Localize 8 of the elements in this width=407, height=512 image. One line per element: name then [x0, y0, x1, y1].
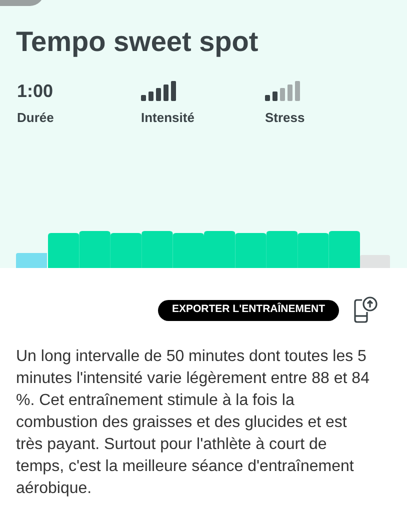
phone-upload-icon[interactable] [353, 296, 379, 324]
stat-label: Durée [17, 109, 54, 127]
stat-value: 1:00 [17, 80, 54, 102]
workout-description: Un long intervalle de 50 minutes dont toutes les 5 minutes l'intensité varie légèrement entre 88 et 84 %. Cet entraînement stimule à la fois la combustion des graisses et des glucides et est très payant. Surtout pour l'athlète à court de temps, c'est la meilleure séance d'entraînement aérobique. [16, 347, 370, 499]
export-button[interactable]: EXPORTER L'ENTRAÎNEMENT [158, 300, 339, 320]
stat-label: Stress [265, 109, 305, 127]
workout-title: Tempo sweet spot [16, 25, 258, 59]
stat-label: Intensité [141, 109, 194, 127]
